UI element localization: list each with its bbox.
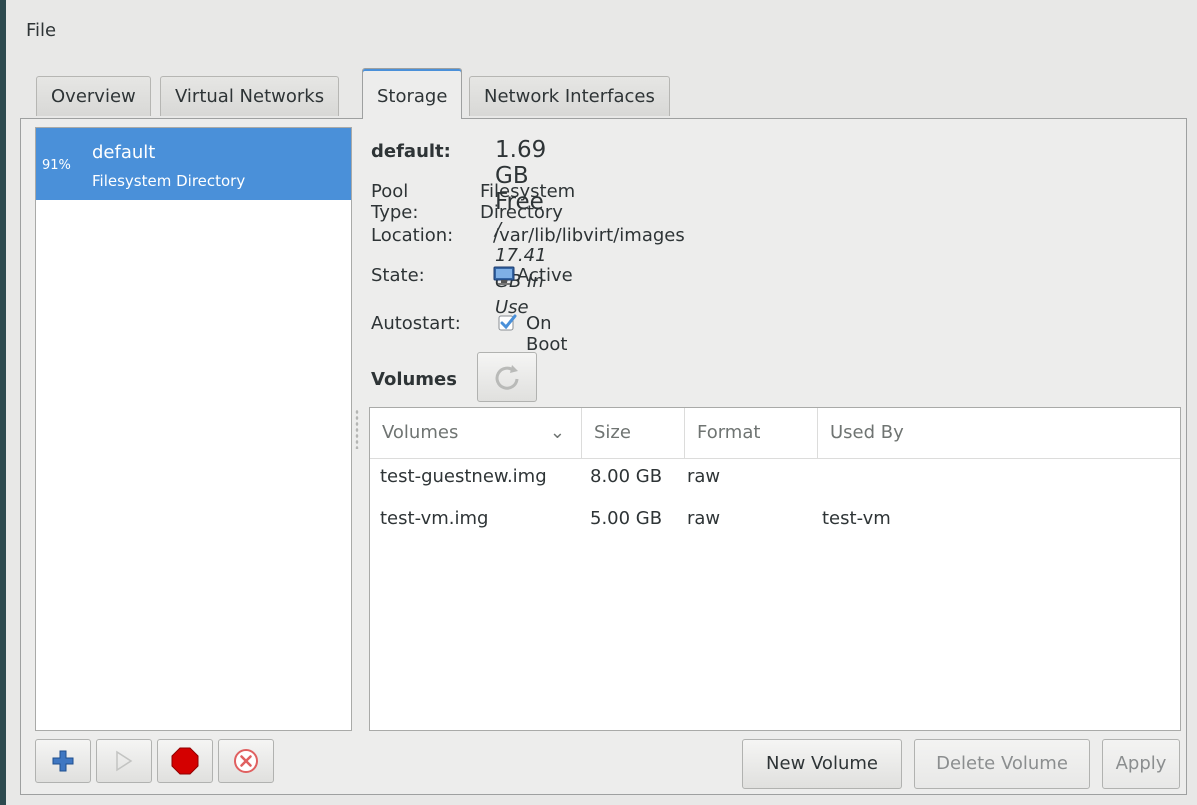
volumes-table[interactable]: Volumes ⌄ Size Format Used By test-guest…: [369, 407, 1181, 731]
volumes-table-header: Volumes ⌄ Size Format Used By: [370, 408, 1180, 459]
table-row[interactable]: test-guestnew.img 8.00 GB raw: [370, 456, 1180, 498]
apply-button[interactable]: Apply: [1102, 739, 1180, 789]
autostart-label: Autostart:: [371, 313, 461, 334]
delete-volume-button[interactable]: Delete Volume: [914, 739, 1090, 789]
new-volume-button[interactable]: New Volume: [742, 739, 902, 789]
stop-icon: [171, 747, 199, 775]
window-edge: [0, 0, 6, 805]
menubar: File: [6, 0, 1197, 60]
volume-name: test-guestnew.img: [380, 466, 547, 487]
add-pool-button[interactable]: [35, 739, 91, 783]
volumes-heading: Volumes: [371, 369, 457, 390]
pool-type-label: Pool Type:: [371, 181, 419, 223]
monitor-icon: [493, 266, 515, 291]
column-header-format[interactable]: Format: [685, 408, 818, 458]
volume-name: test-vm.img: [380, 508, 489, 529]
refresh-icon: [495, 365, 519, 390]
volume-size: 8.00 GB: [590, 466, 663, 487]
tab-network-interfaces[interactable]: Network Interfaces: [469, 76, 670, 116]
play-icon: [116, 750, 133, 772]
refresh-volumes-button[interactable]: [477, 352, 537, 402]
volume-size: 5.00 GB: [590, 508, 663, 529]
pool-type-value: Filesystem Directory: [480, 181, 576, 223]
stop-pool-button[interactable]: [157, 739, 213, 783]
delete-icon: [234, 749, 258, 773]
plus-icon: [52, 750, 74, 772]
column-header-size[interactable]: Size: [582, 408, 685, 458]
pool-name-label: default:: [371, 141, 451, 162]
volume-format: raw: [687, 508, 721, 529]
pool-item-default[interactable]: 91% default Filesystem Directory: [36, 128, 351, 200]
column-header-used-by[interactable]: Used By: [818, 408, 1180, 458]
location-label: Location:: [371, 225, 454, 246]
pane-resize-handle[interactable]: [355, 409, 359, 449]
table-row[interactable]: test-vm.img 5.00 GB raw test-vm: [370, 498, 1180, 540]
pool-type: Filesystem Directory: [92, 172, 246, 190]
volume-format: raw: [687, 466, 721, 487]
autostart-value: On Boot: [526, 313, 568, 355]
start-pool-button[interactable]: [96, 739, 152, 783]
autostart-checkbox[interactable]: [497, 313, 517, 338]
checkbox-checked-icon: [498, 314, 517, 331]
pool-name: default: [92, 142, 156, 163]
delete-pool-button[interactable]: [218, 739, 274, 783]
column-header-volumes[interactable]: Volumes ⌄: [370, 408, 582, 458]
pool-list[interactable]: 91% default Filesystem Directory: [35, 127, 352, 731]
tab-storage[interactable]: Storage: [362, 68, 463, 119]
volume-used-by: test-vm: [822, 508, 891, 529]
state-label: State:: [371, 265, 425, 286]
tab-overview[interactable]: Overview: [36, 76, 151, 116]
location-value: /var/lib/libvirt/images: [493, 225, 685, 246]
menu-file[interactable]: File: [26, 20, 56, 41]
state-value: Active: [517, 265, 573, 286]
tab-virtual-networks[interactable]: Virtual Networks: [160, 76, 340, 116]
pool-usage-percent: 91%: [42, 158, 71, 173]
chevron-down-icon: ⌄: [549, 422, 565, 443]
storage-panel: 91% default Filesystem Directory default…: [20, 118, 1187, 795]
